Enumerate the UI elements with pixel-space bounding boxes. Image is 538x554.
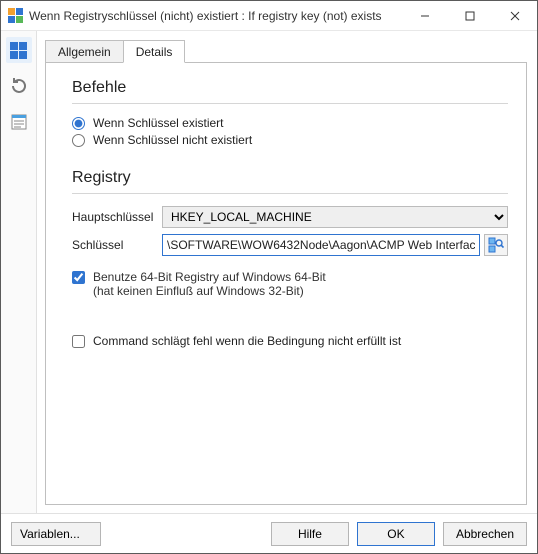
section-registry-title: Registry — [72, 169, 508, 187]
left-rail — [1, 31, 37, 513]
window-title: Wenn Registryschlüssel (nicht) existiert… — [29, 9, 402, 23]
rail-note-icon[interactable] — [6, 109, 32, 135]
search-registry-icon — [488, 237, 504, 253]
key-label: Schlüssel — [72, 238, 162, 252]
radio-key-not-exists[interactable]: Wenn Schlüssel nicht existiert — [72, 133, 508, 147]
radio-key-not-exists-label: Wenn Schlüssel nicht existiert — [93, 133, 252, 147]
details-pane: Befehle Wenn Schlüssel existiert Wenn Sc… — [45, 63, 527, 505]
tab-general[interactable]: Allgemein — [45, 40, 124, 63]
use-64bit-input[interactable] — [72, 271, 85, 284]
section-commands-title: Befehle — [72, 79, 508, 97]
cancel-button[interactable]: Abbrechen — [443, 522, 527, 546]
main-key-select[interactable]: HKEY_LOCAL_MACHINE — [162, 206, 508, 228]
use-64bit-checkbox[interactable]: Benutze 64-Bit Registry auf Windows 64-B… — [72, 270, 508, 298]
fail-condition-label: Command schlägt fehl wenn die Bedingung … — [93, 334, 401, 348]
window-controls — [402, 1, 537, 30]
key-input[interactable] — [162, 234, 480, 256]
browse-registry-button[interactable] — [484, 234, 508, 256]
radio-key-not-exists-input[interactable] — [72, 134, 85, 147]
maximize-button[interactable] — [447, 1, 492, 30]
titlebar: Wenn Registryschlüssel (nicht) existiert… — [1, 1, 537, 31]
use-64bit-label: Benutze 64-Bit Registry auf Windows 64-B… — [93, 270, 326, 298]
divider — [72, 193, 508, 194]
divider — [72, 103, 508, 104]
tabstrip: Allgemein Details — [45, 39, 527, 63]
dialog-window: Wenn Registryschlüssel (nicht) existiert… — [0, 0, 538, 554]
help-button[interactable]: Hilfe — [271, 522, 349, 546]
fail-condition-checkbox[interactable]: Command schlägt fehl wenn die Bedingung … — [72, 334, 508, 348]
rail-grid-icon[interactable] — [6, 37, 32, 63]
radio-key-exists-label: Wenn Schlüssel existiert — [93, 116, 224, 130]
minimize-button[interactable] — [402, 1, 447, 30]
main-key-label: Hauptschlüssel — [72, 210, 162, 224]
close-button[interactable] — [492, 1, 537, 30]
rail-refresh-icon[interactable] — [6, 73, 32, 99]
app-icon — [7, 8, 23, 24]
content-area: Allgemein Details Befehle Wenn Schlüssel… — [37, 31, 537, 513]
footer: Variablen... Hilfe OK Abbrechen — [1, 513, 537, 553]
radio-key-exists[interactable]: Wenn Schlüssel existiert — [72, 116, 508, 130]
tab-details[interactable]: Details — [123, 40, 186, 63]
variables-button[interactable]: Variablen... — [11, 522, 101, 546]
ok-button[interactable]: OK — [357, 522, 435, 546]
radio-key-exists-input[interactable] — [72, 117, 85, 130]
fail-condition-input[interactable] — [72, 335, 85, 348]
